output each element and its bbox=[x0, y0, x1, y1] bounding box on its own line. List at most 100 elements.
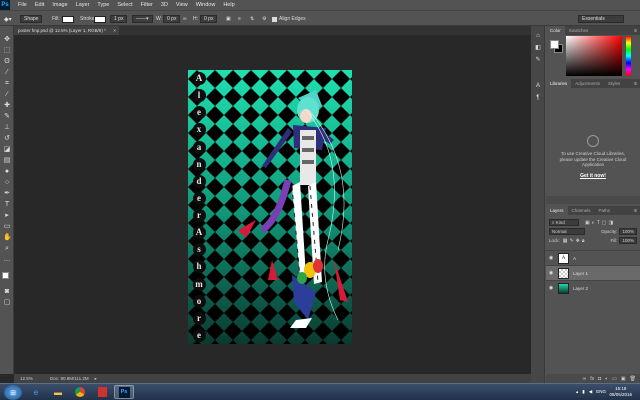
tray-up-arrow-icon[interactable]: ▴ bbox=[576, 389, 578, 395]
fg-bg-color-swatches[interactable] bbox=[2, 272, 12, 282]
visibility-eye-icon[interactable]: ◉ bbox=[546, 270, 556, 276]
brush-panel-icon[interactable]: ✎ bbox=[534, 56, 542, 64]
lock-icons[interactable]: ▦✎✥🔒︎ bbox=[563, 238, 587, 244]
marquee-tool-icon[interactable]: ⬚ bbox=[3, 47, 11, 55]
properties-panel-icon[interactable]: ◧ bbox=[534, 44, 542, 52]
tab-color[interactable]: Color bbox=[546, 26, 565, 35]
chrome-taskbar-icon[interactable] bbox=[70, 385, 90, 399]
filter-kind-select[interactable]: ⌕ Kind bbox=[549, 219, 579, 226]
paragraph-panel-icon[interactable]: ¶ bbox=[534, 94, 542, 102]
foreground-color[interactable] bbox=[2, 272, 9, 279]
menu-type[interactable]: Type bbox=[93, 2, 113, 8]
path-align-icon[interactable]: ≡ bbox=[238, 16, 241, 22]
healing-brush-tool-icon[interactable]: ✚ bbox=[3, 102, 11, 110]
fill-swatch[interactable] bbox=[62, 15, 74, 23]
menu-file[interactable]: File bbox=[14, 2, 31, 8]
app-taskbar-icon[interactable] bbox=[92, 385, 112, 399]
move-tool-icon[interactable]: ✥ bbox=[3, 36, 11, 44]
tab-libraries[interactable]: Libraries bbox=[546, 79, 572, 88]
blur-tool-icon[interactable]: ● bbox=[3, 168, 11, 176]
history-panel-icon[interactable]: ⌂ bbox=[534, 32, 542, 40]
panel-menu-icon[interactable]: ≡ bbox=[634, 79, 640, 88]
explorer-taskbar-icon[interactable]: ▬ bbox=[48, 385, 68, 399]
get-it-now-link[interactable]: Get it now! bbox=[574, 173, 612, 179]
network-icon[interactable]: ▮ bbox=[582, 389, 584, 395]
status-arrow-icon[interactable]: ▸ bbox=[95, 376, 97, 382]
start-button[interactable]: ⊞ bbox=[4, 385, 22, 400]
align-edges-checkbox[interactable] bbox=[272, 16, 277, 22]
history-brush-tool-icon[interactable]: ↺ bbox=[3, 135, 11, 143]
tab-styles[interactable]: Styles bbox=[604, 79, 624, 88]
language-indicator[interactable]: ENG bbox=[596, 389, 606, 395]
layer-row[interactable]: ◉ Layer 2 bbox=[546, 280, 640, 295]
blend-mode-select[interactable]: Normal bbox=[549, 228, 585, 235]
workspace-select[interactable]: Essentials bbox=[578, 15, 624, 23]
eyedropper-tool-icon[interactable]: ∕ bbox=[3, 91, 11, 99]
panel-menu-icon[interactable]: ≡ bbox=[634, 206, 640, 215]
ie-taskbar-icon[interactable]: e bbox=[26, 385, 46, 399]
menu-layer[interactable]: Layer bbox=[72, 2, 94, 8]
filter-icons[interactable]: ▣◐T▢◨ bbox=[585, 220, 615, 226]
photoshop-taskbar-icon[interactable]: Ps bbox=[114, 385, 134, 399]
fx-icon[interactable]: fx bbox=[590, 376, 594, 382]
opacity-field[interactable]: 100% bbox=[619, 228, 637, 235]
new-group-icon[interactable]: ▭ bbox=[612, 376, 617, 382]
document-tab[interactable]: poster fmp.psd @ 12.5% (Layer 1, RGB/8) … bbox=[14, 26, 120, 35]
quick-mask-icon[interactable]: ◙ bbox=[3, 288, 11, 296]
stroke-swatch[interactable] bbox=[94, 15, 106, 23]
layer-name[interactable]: Layer 1 bbox=[573, 271, 588, 276]
visibility-eye-icon[interactable]: ◉ bbox=[546, 285, 556, 291]
menu-3d[interactable]: 3D bbox=[157, 2, 172, 8]
pen-tool-icon[interactable]: ✒ bbox=[3, 190, 11, 198]
tool-preset-icon[interactable]: ◆▾ bbox=[4, 15, 12, 23]
panel-foreground-color[interactable] bbox=[550, 40, 559, 49]
menu-image[interactable]: Image bbox=[48, 2, 71, 8]
lasso-tool-icon[interactable]: ʘ bbox=[3, 58, 11, 66]
menu-window[interactable]: Window bbox=[192, 2, 220, 8]
character-panel-icon[interactable]: A bbox=[534, 82, 542, 90]
hand-tool-icon[interactable]: ✋ bbox=[3, 234, 12, 242]
mode-select[interactable]: Shape bbox=[20, 15, 43, 23]
panel-menu-icon[interactable]: ≡ bbox=[634, 26, 640, 35]
layer-name[interactable]: Layer 2 bbox=[573, 286, 588, 291]
path-ops-icon[interactable]: ▣ bbox=[226, 16, 231, 22]
new-layer-icon[interactable]: ▣ bbox=[621, 376, 626, 382]
gradient-tool-icon[interactable]: ▤ bbox=[3, 157, 11, 165]
crop-tool-icon[interactable]: ⌗ bbox=[3, 80, 11, 88]
tab-channels[interactable]: Channels bbox=[568, 206, 595, 215]
path-arrange-icon[interactable]: ⇅ bbox=[250, 16, 254, 22]
layer-row[interactable]: ◉ Layer 1 bbox=[546, 265, 640, 280]
height-field[interactable]: 0 px bbox=[200, 15, 218, 23]
screen-mode-icon[interactable]: ▢ bbox=[3, 299, 11, 307]
adjustment-layer-icon[interactable]: ◐ bbox=[605, 376, 608, 382]
visibility-eye-icon[interactable]: ◉ bbox=[546, 255, 556, 261]
fill-field[interactable]: 100% bbox=[619, 237, 637, 244]
zoom-tool-icon[interactable]: ⌕ bbox=[3, 245, 11, 253]
layer-row[interactable]: ◉ A A bbox=[546, 250, 640, 265]
layer-name[interactable]: A bbox=[573, 256, 576, 261]
color-field[interactable] bbox=[566, 36, 622, 76]
stroke-type-select[interactable]: ——▾ bbox=[132, 15, 153, 23]
path-select-tool-icon[interactable]: ▸ bbox=[3, 212, 11, 220]
more-tools-icon[interactable]: … bbox=[3, 256, 11, 264]
system-clock[interactable]: 15:18 08/05/2016 bbox=[609, 386, 632, 398]
shape-tool-icon[interactable]: ▭ bbox=[3, 223, 11, 231]
doc-size[interactable]: Doc: 90.9M/111.2M bbox=[44, 376, 89, 381]
menu-help[interactable]: Help bbox=[219, 2, 238, 8]
menu-filter[interactable]: Filter bbox=[137, 2, 157, 8]
document-canvas[interactable]: A l e x a n d e r A s h m o r e bbox=[188, 70, 352, 344]
trash-icon[interactable]: 🗑︎ bbox=[630, 376, 636, 382]
hue-slider[interactable] bbox=[626, 36, 631, 76]
menu-edit[interactable]: Edit bbox=[31, 2, 48, 8]
tab-layers[interactable]: Layers bbox=[546, 206, 568, 215]
clone-stamp-tool-icon[interactable]: ⊥ bbox=[3, 124, 11, 132]
quick-select-tool-icon[interactable]: ⁄ bbox=[3, 69, 11, 77]
link-layers-icon[interactable]: ∞ bbox=[583, 376, 587, 382]
type-tool-icon[interactable]: T bbox=[3, 201, 11, 209]
dodge-tool-icon[interactable]: ○ bbox=[3, 179, 11, 187]
settings-gear-icon[interactable]: ⚙ bbox=[262, 16, 266, 22]
tab-adjustments[interactable]: Adjustments bbox=[571, 79, 604, 88]
tab-swatches[interactable]: Swatches bbox=[565, 26, 593, 35]
menu-view[interactable]: View bbox=[172, 2, 192, 8]
eraser-tool-icon[interactable]: ◪ bbox=[3, 146, 11, 154]
